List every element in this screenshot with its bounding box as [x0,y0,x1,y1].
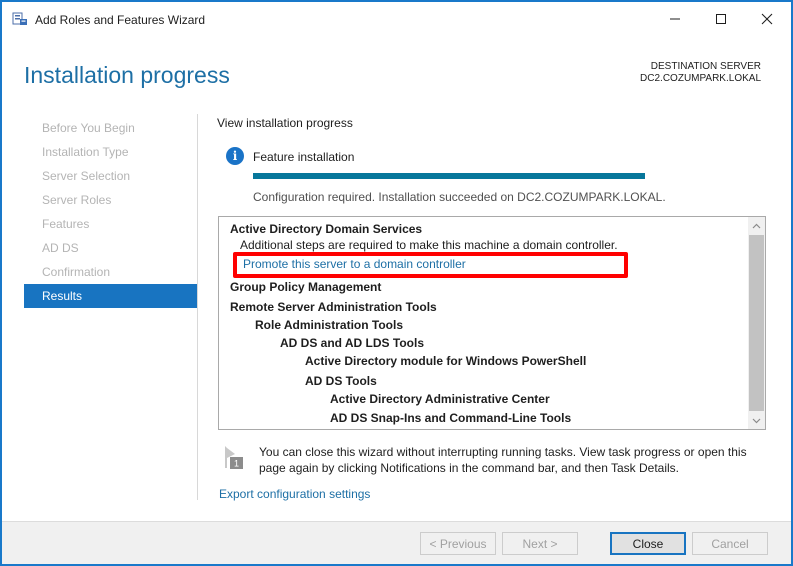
maximize-button[interactable] [698,2,744,36]
result-additional-steps: Additional steps are required to make th… [240,238,618,252]
next-button[interactable]: Next > [502,532,578,555]
feature-installation-label: Feature installation [253,150,355,164]
nav-item-features: Features [42,217,90,231]
wizard-footer: < Previous Next > Close Cancel [2,521,791,564]
highlight-box [233,252,628,278]
page-title: Installation progress [24,62,230,88]
result-role-admin-tools: Role Administration Tools [255,318,404,332]
scroll-down-arrow[interactable] [748,412,765,429]
nav-item-installation-type: Installation Type [42,145,129,159]
maximize-icon [716,14,726,24]
server-manager-icon [12,12,28,26]
results-scrollbar[interactable] [748,217,765,429]
close-button[interactable]: Close [610,532,686,555]
nav-item-confirmation: Confirmation [42,265,111,279]
destination-server-value: DC2.COZUMPARK.LOKAL [640,73,761,84]
window-title: Add Roles and Features Wizard [35,13,206,27]
window-close-button[interactable] [744,2,790,36]
scroll-thumb[interactable] [749,235,764,411]
status-message: Configuration required. Installation suc… [253,190,666,204]
notification-flag-icon: 1 [222,444,244,470]
nav-item-server-roles: Server Roles [42,193,112,207]
view-progress-label: View installation progress [217,116,353,130]
wizard-window: Add Roles and Features Wizard Installati… [0,0,793,566]
wizard-nav: Before You Begin Installation Type Serve… [24,116,197,308]
nav-item-server-selection: Server Selection [42,169,131,183]
progress-fill [253,173,645,179]
nav-divider [197,114,198,500]
results-list[interactable]: Active Directory Domain Services Additio… [218,216,766,430]
previous-button[interactable]: < Previous [420,532,496,555]
chevron-up-icon [752,223,761,228]
cancel-button[interactable]: Cancel [692,532,768,555]
minimize-button[interactable] [652,2,698,36]
scroll-up-arrow[interactable] [748,217,765,234]
result-group-policy: Group Policy Management [230,280,382,294]
close-icon [761,13,773,25]
result-ad-ds-tools: AD DS Tools [305,374,377,388]
nav-item-results[interactable]: Results [24,284,197,308]
info-icon: i [226,147,244,165]
installation-progress-bar [253,173,645,179]
nav-item-ad-ds: AD DS [42,241,79,255]
minimize-icon [670,18,680,20]
result-ad-ds-lds-tools: AD DS and AD LDS Tools [280,336,424,350]
notice-text: You can close this wizard without interr… [259,445,747,475]
result-ad-admin-center: Active Directory Administrative Center [330,392,550,406]
notification-badge: 1 [234,459,239,469]
nav-item-before-you-begin: Before You Begin [42,121,135,135]
export-configuration-link[interactable]: Export configuration settings [219,487,370,501]
title-bar: Add Roles and Features Wizard [2,2,791,36]
wizard-header: Installation progress DESTINATION SERVER… [2,36,791,112]
chevron-down-icon [752,418,761,423]
result-ad-powershell: Active Directory module for Windows Powe… [305,354,587,368]
results-content: Active Directory Domain Services Additio… [219,217,749,429]
result-ad-snapins: AD DS Snap-Ins and Command-Line Tools [330,411,572,425]
result-ad-ds: Active Directory Domain Services [230,222,423,236]
result-rsat: Remote Server Administration Tools [230,300,437,314]
destination-server-label: DESTINATION SERVER [650,61,761,72]
